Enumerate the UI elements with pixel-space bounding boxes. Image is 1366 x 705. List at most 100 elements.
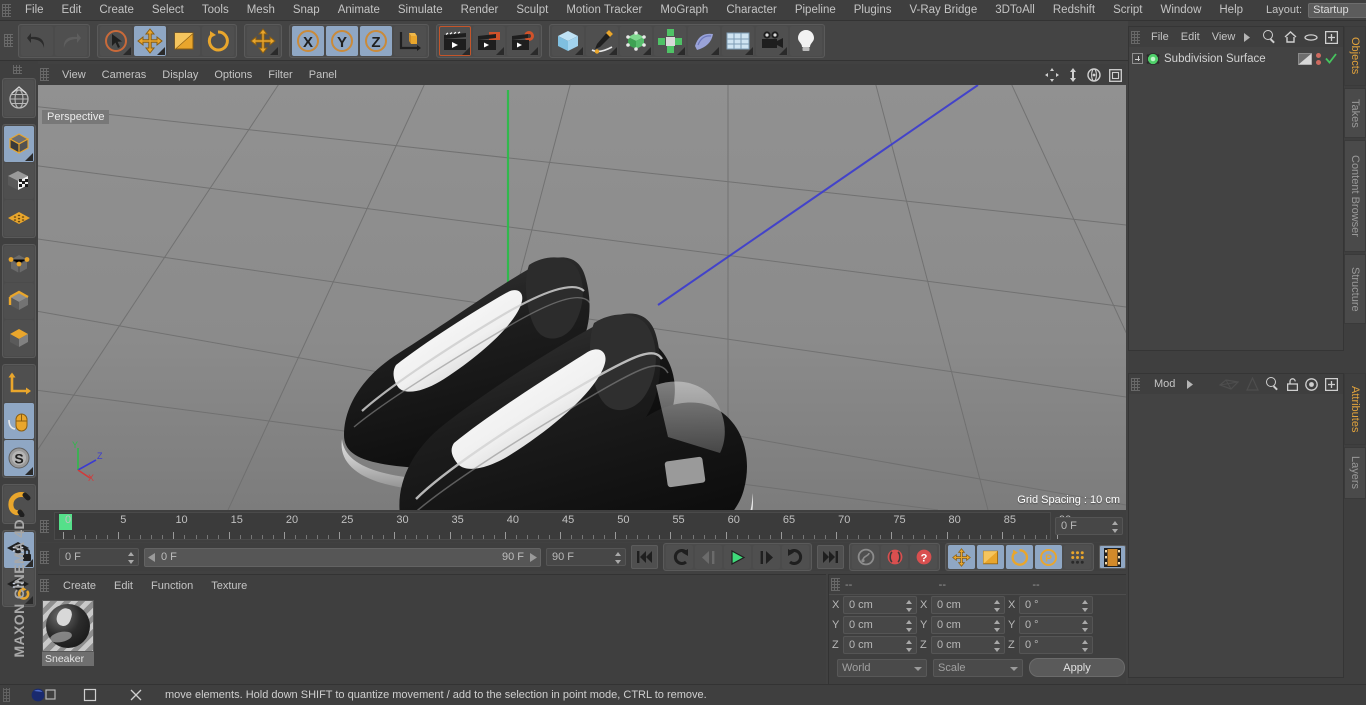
menu-overflow-icon[interactable] xyxy=(1243,32,1251,42)
spinner-icon[interactable] xyxy=(128,552,135,564)
axis-modification-button[interactable] xyxy=(4,366,34,402)
deformer-button[interactable] xyxy=(688,25,720,56)
coord-rotation-x[interactable]: X 0 ° xyxy=(1008,596,1093,614)
range-right-arrow-icon[interactable] xyxy=(528,552,537,562)
menu-item-mesh[interactable]: Mesh xyxy=(238,0,284,20)
menu-item-select[interactable]: Select xyxy=(143,0,193,20)
layout-dropdown[interactable]: Startup xyxy=(1308,2,1366,18)
visibility-dots[interactable] xyxy=(1316,52,1321,65)
z-axis-button[interactable]: Z xyxy=(360,25,392,56)
attribute-menu-grip[interactable] xyxy=(1131,377,1140,391)
keyframe-selection-button[interactable]: ? xyxy=(910,545,937,569)
redo-button[interactable] xyxy=(55,25,87,56)
rotation-x-field[interactable]: 0 ° xyxy=(1019,596,1093,614)
menu-item-create[interactable]: Create xyxy=(90,0,143,20)
render-picture-viewer-button[interactable] xyxy=(473,25,505,56)
light-button[interactable] xyxy=(790,25,822,56)
y-axis-button[interactable]: Y xyxy=(326,25,358,56)
menu-item-window[interactable]: Window xyxy=(1151,0,1210,20)
material-list[interactable]: Sneaker xyxy=(38,596,826,666)
edges-mode-button[interactable] xyxy=(4,283,34,319)
coord-position-y[interactable]: Y 0 cm xyxy=(832,616,917,634)
coord-size-y[interactable]: Y 0 cm xyxy=(920,616,1005,634)
autokey-button[interactable] xyxy=(852,545,879,569)
spinner-icon[interactable] xyxy=(906,620,913,632)
menu-item-script[interactable]: Script xyxy=(1104,0,1151,20)
cone-icon[interactable] xyxy=(1246,377,1259,391)
menu-item-file[interactable]: File xyxy=(1145,27,1175,47)
menu-item-simulate[interactable]: Simulate xyxy=(389,0,452,20)
previous-frame-button[interactable] xyxy=(695,545,722,569)
range-left-arrow-icon[interactable] xyxy=(148,552,157,562)
x-axis-button[interactable]: X xyxy=(292,25,324,56)
snap-button[interactable]: S xyxy=(4,440,34,476)
left-toolbar-grip[interactable] xyxy=(13,65,22,74)
rotation-key-button[interactable] xyxy=(1006,545,1033,569)
points-mode-button[interactable] xyxy=(4,246,34,282)
enabled-check-icon[interactable] xyxy=(1325,53,1337,64)
render-settings-button[interactable] xyxy=(507,25,539,56)
spinner-icon[interactable] xyxy=(1112,521,1119,533)
menu-item-view[interactable]: View xyxy=(54,65,94,85)
tab-attributes[interactable]: Attributes xyxy=(1344,373,1366,445)
object-list[interactable]: Subdivision Surface xyxy=(1129,47,1343,67)
position-z-field[interactable]: 0 cm xyxy=(843,636,917,654)
menu-item-create[interactable]: Create xyxy=(54,576,105,596)
menu-item-options[interactable]: Options xyxy=(206,65,260,85)
polygons-mode-button[interactable] xyxy=(4,320,34,356)
object-menu-grip[interactable] xyxy=(1131,30,1140,44)
preview-range-bar[interactable]: 0 F 90 F xyxy=(144,547,541,567)
menu-overflow-icon[interactable] xyxy=(1186,379,1194,389)
spinner-icon[interactable] xyxy=(994,600,1001,612)
spinner-icon[interactable] xyxy=(906,640,913,652)
play-button[interactable] xyxy=(724,545,751,569)
material-item[interactable]: Sneaker xyxy=(42,600,94,666)
viewport-menu-grip[interactable] xyxy=(40,68,49,81)
coord-system-dropdown[interactable]: World xyxy=(837,658,927,677)
menu-item-mod[interactable]: Mod xyxy=(1145,374,1184,394)
menu-item-plugins[interactable]: Plugins xyxy=(845,0,901,20)
add-layer-icon[interactable] xyxy=(1325,30,1338,44)
menu-item-mograph[interactable]: MoGraph xyxy=(651,0,717,20)
model-mode-button[interactable] xyxy=(4,126,34,162)
go-to-start-button[interactable] xyxy=(631,545,658,569)
spinner-icon[interactable] xyxy=(906,600,913,612)
scene-object-button[interactable] xyxy=(722,25,754,56)
next-frame-button[interactable] xyxy=(753,545,780,569)
coord-size-z[interactable]: Z 0 cm xyxy=(920,636,1005,654)
coordinates-grip[interactable] xyxy=(831,578,840,591)
end-frame-field[interactable]: 90 F xyxy=(546,548,626,566)
viewport-canvas[interactable]: Perspective Grid Spacing : 10 cm Y Z X xyxy=(38,64,1126,510)
menu-item-file[interactable]: File xyxy=(16,0,53,20)
search-icon[interactable] xyxy=(1263,30,1277,44)
size-z-field[interactable]: 0 cm xyxy=(931,636,1005,654)
close-button[interactable] xyxy=(113,685,159,705)
menu-item-pipeline[interactable]: Pipeline xyxy=(786,0,845,20)
dolly-icon[interactable] xyxy=(1067,68,1079,82)
cube-primitive-button[interactable] xyxy=(552,25,584,56)
menu-item-display[interactable]: Display xyxy=(154,65,206,85)
size-y-field[interactable]: 0 cm xyxy=(931,616,1005,634)
timeline-toggle-button[interactable] xyxy=(1099,545,1126,569)
apply-button[interactable]: Apply xyxy=(1029,658,1125,677)
material-thumbnail[interactable] xyxy=(42,600,94,652)
pla-key-button[interactable] xyxy=(1064,545,1091,569)
tab-takes[interactable]: Takes xyxy=(1344,88,1366,138)
pan-icon[interactable] xyxy=(1045,68,1059,82)
previous-key-button[interactable] xyxy=(666,545,693,569)
timeline-grip[interactable] xyxy=(40,519,49,533)
add-icon[interactable] xyxy=(1325,377,1338,391)
coord-rotation-y[interactable]: Y 0 ° xyxy=(1008,616,1093,634)
minimize-button[interactable] xyxy=(67,685,113,705)
coord-rotation-z[interactable]: Z 0 ° xyxy=(1008,636,1093,654)
menu-item-texture[interactable]: Texture xyxy=(202,576,256,596)
coord-position-z[interactable]: Z 0 cm xyxy=(832,636,917,654)
menu-item-redshift[interactable]: Redshift xyxy=(1044,0,1104,20)
menu-item-help[interactable]: Help xyxy=(1210,0,1252,20)
unlock-icon[interactable] xyxy=(1287,377,1298,391)
live-selection-button[interactable] xyxy=(100,25,132,56)
camera-button[interactable] xyxy=(756,25,788,56)
param-key-button[interactable]: P xyxy=(1035,545,1062,569)
position-y-field[interactable]: 0 cm xyxy=(843,616,917,634)
coord-mode-dropdown[interactable]: Scale xyxy=(933,658,1023,677)
